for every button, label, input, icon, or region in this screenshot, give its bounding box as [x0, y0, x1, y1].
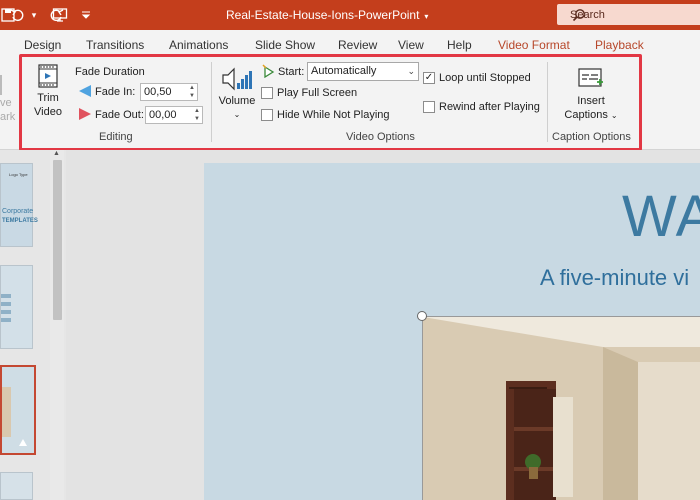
- fade-out-value: 00,00: [149, 109, 177, 121]
- start-icon: [262, 64, 275, 78]
- caption-options-group-label: Caption Options: [552, 131, 631, 143]
- volume-dropdown-icon: ⌄: [233, 110, 241, 119]
- tab-transitions[interactable]: Transitions: [86, 38, 144, 52]
- fade-in-value: 00,50: [144, 86, 172, 98]
- volume-button[interactable]: Volume ⌄: [218, 65, 256, 122]
- title-bar: ▾ Real-Estate-House-Ions-PowerPoint ▾ Sea…: [0, 0, 700, 30]
- tab-animations[interactable]: Animations: [169, 38, 228, 52]
- title-dropdown-icon: ▾: [424, 12, 429, 21]
- video-object[interactable]: [422, 316, 700, 500]
- scroll-up-icon[interactable]: ▲: [53, 150, 60, 157]
- fade-in-spinner-icon[interactable]: ▲ ▼: [189, 84, 195, 100]
- group-separator: [547, 62, 548, 142]
- trim-video-label-1: Trim: [37, 92, 59, 104]
- start-dropdown[interactable]: Automatically ⌄: [307, 62, 419, 81]
- insert-captions-icon: [578, 68, 603, 87]
- fade-in-label: Fade In:: [95, 86, 136, 98]
- trim-video-icon: [38, 64, 58, 88]
- thumbnail-text-1: Corporate: [2, 208, 34, 215]
- tab-slide-show[interactable]: Slide Show: [255, 38, 315, 52]
- present-icon[interactable]: [50, 5, 70, 25]
- slide-thumbnail[interactable]: [0, 265, 33, 349]
- thumbnail-bar: [1, 310, 11, 314]
- rewind-after-playing-checkbox[interactable]: [423, 101, 435, 113]
- fade-out-spinner-icon[interactable]: ▲ ▼: [194, 107, 200, 123]
- fade-in-input[interactable]: 00,50 ▲ ▼: [140, 83, 198, 101]
- thumbnail-bar: [1, 318, 11, 322]
- hide-while-not-playing-label: Hide While Not Playing: [277, 109, 390, 121]
- bookmark-icon: [0, 75, 10, 95]
- checkmark-icon: ✓: [424, 72, 434, 83]
- fade-out-label: Fade Out:: [95, 109, 144, 121]
- chevron-down-icon: ⌄: [407, 66, 415, 76]
- tab-review[interactable]: Review: [338, 38, 377, 52]
- insert-captions-button[interactable]: Insert Captions ⌄: [563, 66, 619, 123]
- tab-view[interactable]: View: [398, 38, 424, 52]
- tab-help[interactable]: Help: [447, 38, 472, 52]
- volume-icon: [222, 67, 252, 91]
- ribbon-tabs: Design Transitions Animations Slide Show…: [0, 30, 700, 57]
- thumbnail-text-2: TEMPLATES: [2, 218, 38, 224]
- thumbnail-bar: [1, 294, 11, 298]
- trim-video-label-2: Video: [34, 106, 62, 118]
- document-title[interactable]: Real-Estate-House-Ions-PowerPoint ▾: [226, 8, 428, 22]
- tab-playback[interactable]: Playback: [595, 38, 644, 52]
- thumbnail-bar: [1, 302, 11, 306]
- tab-video-format[interactable]: Video Format: [498, 38, 570, 52]
- slide-thumbnail-selected[interactable]: [0, 365, 36, 455]
- undo-dropdown-icon[interactable]: ▾: [26, 5, 42, 25]
- tab-design[interactable]: Design: [24, 38, 61, 52]
- thumbnail-image: [2, 387, 11, 437]
- video-frame-image: [423, 317, 700, 500]
- editing-group-label: Editing: [99, 131, 133, 143]
- trim-video-button[interactable]: Trim Video: [32, 63, 64, 119]
- rewind-after-playing-label: Rewind after Playing: [439, 101, 540, 113]
- video-options-group-label: Video Options: [346, 131, 415, 143]
- group-separator: [211, 62, 212, 142]
- search-label: Search: [570, 8, 605, 21]
- fade-duration-label: Fade Duration: [75, 66, 145, 78]
- customize-qat-icon[interactable]: [80, 5, 92, 25]
- fade-out-input[interactable]: 00,00 ▲ ▼: [145, 106, 203, 124]
- captions-dropdown-icon: ⌄: [610, 111, 618, 120]
- fade-out-icon: [79, 108, 91, 120]
- loop-until-stopped-label: Loop until Stopped: [439, 72, 531, 84]
- slide-title[interactable]: WA: [622, 183, 700, 250]
- thumbnail-logo: Logo Type: [9, 172, 28, 177]
- insert-captions-label-2: Captions ⌄: [564, 109, 618, 121]
- thumbnail-video-icon: [18, 437, 28, 447]
- fade-in-icon: [79, 85, 91, 97]
- start-label: Start:: [278, 66, 305, 78]
- resize-handle[interactable]: [417, 311, 427, 321]
- play-full-screen-label: Play Full Screen: [277, 87, 358, 99]
- search-box[interactable]: Search: [557, 4, 700, 25]
- volume-label: Volume: [218, 95, 256, 107]
- slide-subtitle[interactable]: A five-minute vi: [540, 265, 689, 291]
- add-bookmark-label-2: ark: [0, 111, 16, 123]
- play-full-screen-checkbox[interactable]: [261, 87, 273, 99]
- undo-icon[interactable]: [8, 5, 28, 25]
- slide-thumbnail[interactable]: [0, 472, 33, 500]
- scrollbar-thumb[interactable]: [53, 160, 62, 320]
- loop-until-stopped-checkbox[interactable]: ✓: [423, 72, 435, 84]
- slide-thumbnail[interactable]: Logo Type Corporate TEMPLATES: [0, 163, 38, 247]
- add-bookmark-label-1: ve: [0, 97, 12, 109]
- start-value: Automatically: [311, 65, 377, 77]
- hide-while-not-playing-checkbox[interactable]: [261, 109, 273, 121]
- insert-captions-label-1: Insert: [577, 95, 605, 107]
- ribbon: ve ark Trim Video Fade Duration Fade In:…: [0, 57, 700, 150]
